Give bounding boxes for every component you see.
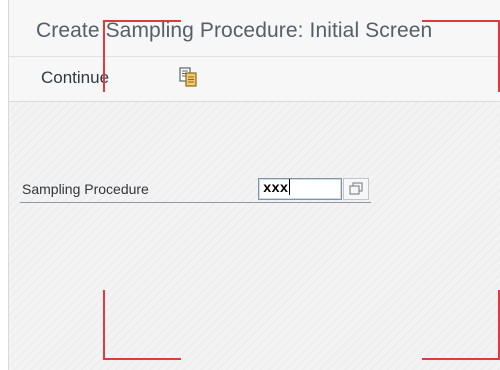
focus-mark-tl-h xyxy=(103,20,181,22)
focus-mark-bl-v xyxy=(103,290,105,360)
sampling-procedure-row: Sampling Procedure xxx xyxy=(9,178,371,203)
copy-from-template-icon[interactable] xyxy=(177,66,199,88)
focus-mark-br-h xyxy=(422,358,500,360)
screen-content: Sampling Procedure xxx xyxy=(9,102,500,370)
title-bar: Create Sampling Procedure: Initial Scree… xyxy=(9,0,500,57)
focus-mark-bl-h xyxy=(103,358,181,360)
continue-button[interactable]: Continue xyxy=(41,68,109,88)
focus-mark-tr-h xyxy=(422,20,500,22)
label-underline xyxy=(20,202,371,203)
page-title: Create Sampling Procedure: Initial Scree… xyxy=(36,19,433,42)
sampling-procedure-label: Sampling Procedure xyxy=(22,181,149,197)
application-toolbar: Continue xyxy=(9,57,500,102)
sap-window: Create Sampling Procedure: Initial Scree… xyxy=(8,0,500,370)
text-caret xyxy=(289,179,291,195)
sampling-procedure-input[interactable]: xxx xyxy=(258,178,342,200)
sampling-procedure-value: xxx xyxy=(263,181,289,197)
value-help-button[interactable] xyxy=(343,178,369,200)
focus-mark-tl-v xyxy=(103,20,105,92)
value-help-icon xyxy=(349,182,363,195)
